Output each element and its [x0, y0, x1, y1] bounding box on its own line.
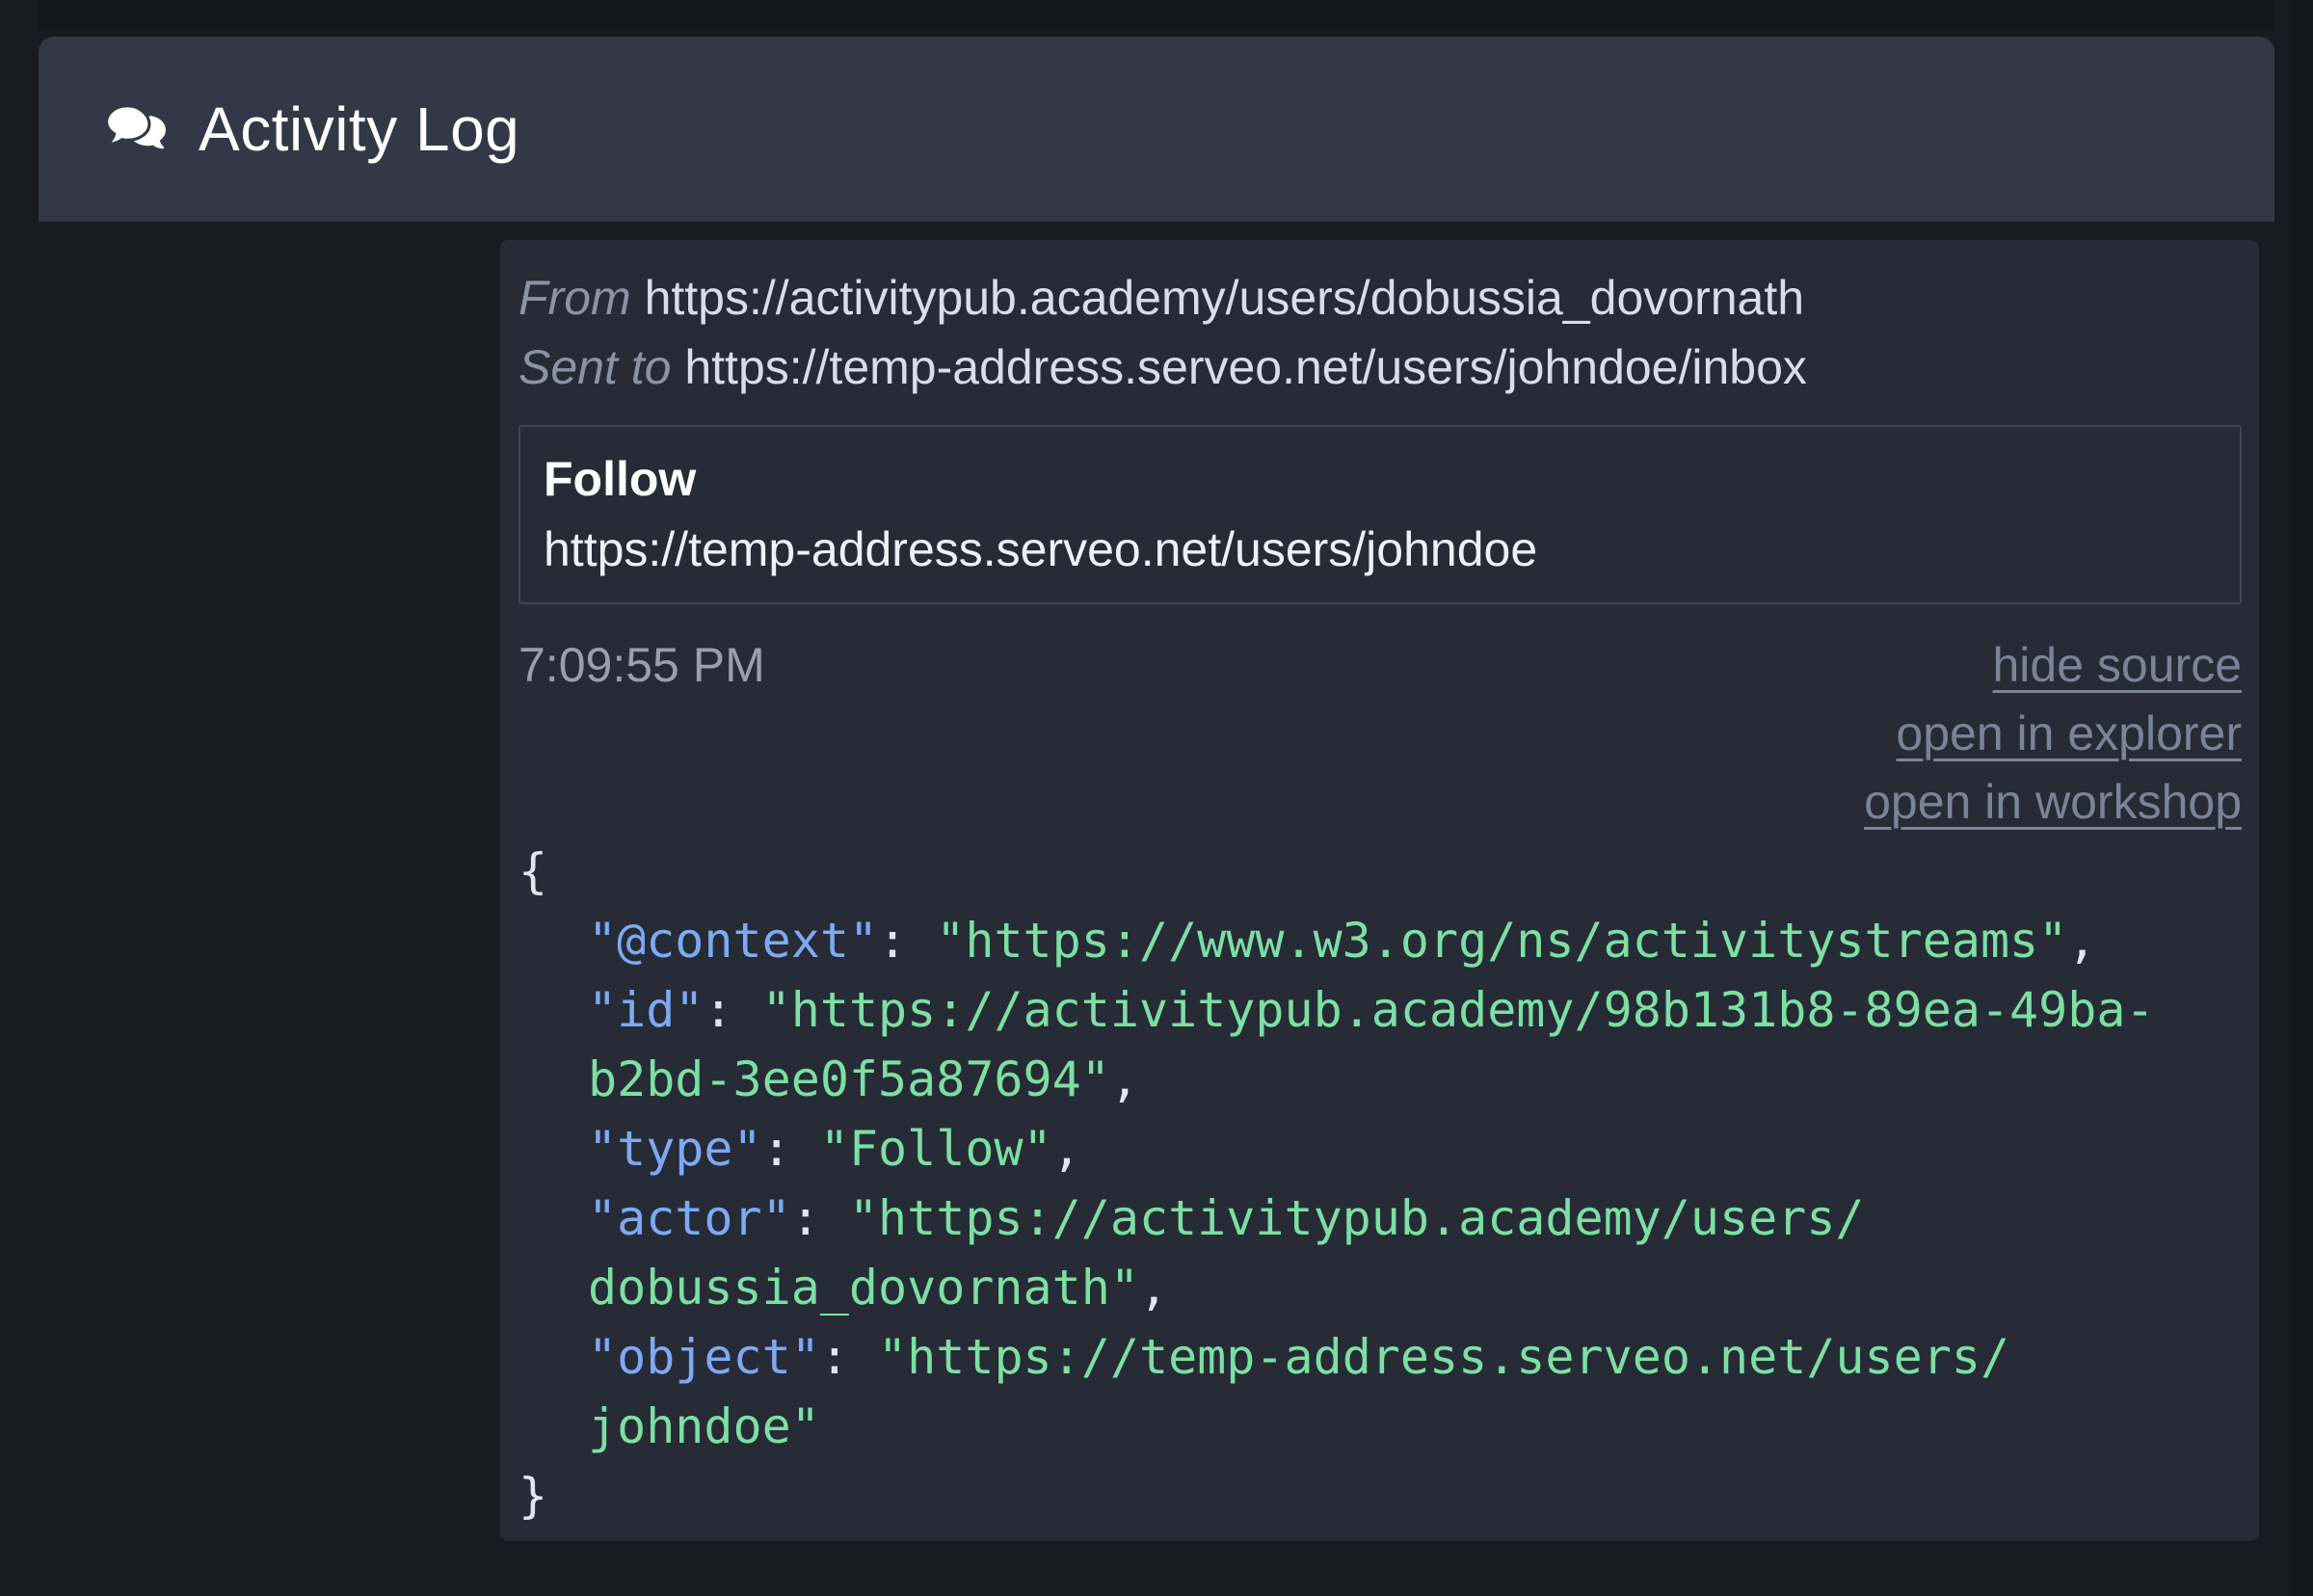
- code-token-string: "https://activitypub.academy/98b131b8-89…: [761, 982, 2155, 1038]
- code-token-string: "https://www.w3.org/ns/activitystreams": [936, 913, 2068, 969]
- code-token-punct: ,: [1109, 1051, 1139, 1107]
- activity-type: Follow: [544, 452, 697, 506]
- code-token-string: "https://temp-address.serveo.net/users/: [878, 1329, 2010, 1385]
- comments-icon: [105, 104, 166, 149]
- from-label: From: [518, 271, 631, 325]
- code-line: dobussia_dovornath",: [518, 1253, 2242, 1322]
- code-token-string: "https://activitypub.academy/users/: [848, 1190, 1865, 1246]
- page-title: Activity Log: [199, 94, 520, 164]
- open-in-workshop-link[interactable]: open in workshop: [1864, 768, 2242, 837]
- code-token-key: "actor": [588, 1190, 791, 1246]
- code-token-key: "type": [588, 1121, 762, 1177]
- code-token-punct: :: [878, 913, 937, 969]
- code-token-punct: :: [819, 1329, 879, 1385]
- code-line: }: [518, 1461, 2242, 1530]
- code-line: b2bd-3ee0f5a87694",: [518, 1045, 2242, 1114]
- activity-object-url: https://temp-address.serveo.net/users/jo…: [544, 522, 1538, 576]
- code-line: "actor": "https://activitypub.academy/us…: [518, 1184, 2242, 1253]
- code-token-key: "id": [588, 982, 705, 1038]
- code-token-punct: ,: [1051, 1121, 1081, 1177]
- code-token-key: "object": [588, 1329, 820, 1385]
- source-json: { "@context": "https://www.w3.org/ns/acti…: [518, 837, 2242, 1530]
- code-token-key: "@context": [588, 913, 879, 969]
- open-in-explorer-link[interactable]: open in explorer: [1896, 700, 2242, 768]
- code-line: "object": "https://temp-address.serveo.n…: [518, 1322, 2242, 1392]
- timestamp: 7:09:55 PM: [518, 638, 765, 692]
- code-token-punct: ,: [2067, 913, 2097, 969]
- activity-summary-box: Follow https://temp-address.serveo.net/u…: [518, 425, 2242, 604]
- activity-entry-card: From https://activitypub.academy/users/d…: [500, 240, 2259, 1541]
- code-line: "id": "https://activitypub.academy/98b13…: [518, 975, 2242, 1045]
- sent-to-line: Sent to https://temp-address.serveo.net/…: [518, 332, 2242, 402]
- column-top-strip: [39, 0, 2274, 31]
- code-token-string: "Follow": [819, 1121, 1052, 1177]
- from-line: From https://activitypub.academy/users/d…: [518, 263, 2242, 332]
- code-token-punct: ,: [1138, 1260, 1169, 1316]
- code-line: johndoe": [518, 1392, 2242, 1461]
- sent-to-label: Sent to: [518, 340, 672, 394]
- code-token-string: johndoe": [588, 1398, 820, 1454]
- code-token-punct: :: [704, 982, 762, 1038]
- sent-to-inbox-url: https://temp-address.serveo.net/users/jo…: [684, 340, 1807, 394]
- code-token-string: dobussia_dovornath": [588, 1260, 1139, 1316]
- code-token-punct: {: [518, 843, 548, 899]
- code-line: {: [518, 837, 2242, 906]
- column-right-gutter: [2291, 0, 2313, 1596]
- code-token-punct: :: [790, 1190, 849, 1246]
- code-token-punct: :: [761, 1121, 820, 1177]
- code-line: "@context": "https://www.w3.org/ns/activ…: [518, 906, 2242, 975]
- from-actor-url: https://activitypub.academy/users/dobuss…: [644, 271, 1805, 325]
- code-token-punct: }: [518, 1468, 548, 1524]
- source-links: hide source open in explorer open in works…: [518, 631, 2242, 837]
- code-token-string: b2bd-3ee0f5a87694": [588, 1051, 1110, 1107]
- code-line: "type": "Follow",: [518, 1114, 2242, 1184]
- activity-log-header: Activity Log: [39, 37, 2274, 222]
- hide-source-link[interactable]: hide source: [1993, 631, 2243, 700]
- entry-meta-row: 7:09:55 PM hide source open in explorer op…: [518, 631, 2242, 837]
